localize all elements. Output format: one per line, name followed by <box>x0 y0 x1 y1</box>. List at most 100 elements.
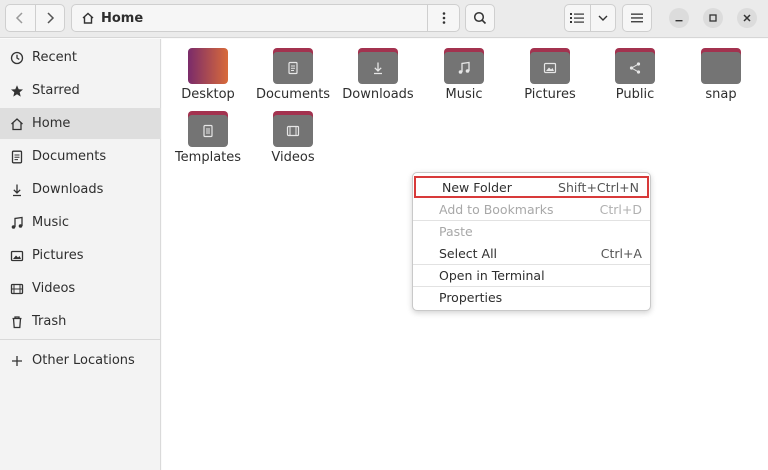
documents-folder-icon <box>273 48 313 84</box>
file-item-pictures[interactable]: Pictures <box>510 48 590 102</box>
file-item-desktop[interactable]: Desktop <box>168 48 248 102</box>
home-icon <box>82 12 94 24</box>
file-label: Pictures <box>524 87 576 102</box>
menu-item-label: New Folder <box>442 179 512 195</box>
file-label: Templates <box>174 150 242 165</box>
sidebar-item-pictures[interactable]: Pictures <box>0 240 161 271</box>
sidebar-separator <box>0 339 161 340</box>
sidebar-item-other-locations[interactable]: Other Locations <box>0 345 161 376</box>
menu-item-select-all[interactable]: Select All Ctrl+A <box>413 242 650 264</box>
file-label: Public <box>615 87 655 102</box>
sidebar-item-label: Downloads <box>32 182 104 197</box>
view-options <box>564 4 616 32</box>
maximize-button[interactable] <box>703 8 723 28</box>
sidebar-item-recent[interactable]: Recent <box>0 42 161 73</box>
music-icon <box>11 216 23 229</box>
path-label: Home <box>101 10 144 26</box>
sidebar-item-music[interactable]: Music <box>0 207 161 238</box>
music-folder-icon <box>444 48 484 84</box>
file-label: Desktop <box>181 87 235 102</box>
menu-item-label: Select All <box>439 245 498 261</box>
minimize-icon <box>675 20 683 22</box>
menu-item-new-folder[interactable]: New Folder Shift+Ctrl+N <box>414 176 649 198</box>
clock-icon <box>10 51 24 64</box>
sidebar-item-label: Other Locations <box>32 353 135 368</box>
file-item-public[interactable]: Public <box>595 48 675 102</box>
file-item-snap[interactable]: snap <box>681 48 761 102</box>
forward-button[interactable] <box>34 5 65 31</box>
path-menu-button[interactable] <box>427 5 459 31</box>
sidebar-item-label: Pictures <box>32 248 84 263</box>
sidebar-item-label: Documents <box>32 149 107 164</box>
file-item-documents[interactable]: Documents <box>253 48 333 102</box>
sidebar-item-downloads[interactable]: Downloads <box>0 174 161 205</box>
menu-item-shortcut: Shift+Ctrl+N <box>558 179 639 195</box>
menu-item-open-in-terminal[interactable]: Open in Terminal <box>413 264 650 286</box>
download-icon <box>13 184 21 196</box>
path-bar[interactable]: Home <box>71 4 460 32</box>
sidebar-item-home[interactable]: Home <box>0 108 161 139</box>
list-view-button[interactable] <box>565 5 590 31</box>
maximize-icon <box>709 14 717 22</box>
sidebar: Recent Starred Home Documents Downloads … <box>0 39 161 470</box>
back-button[interactable] <box>6 5 35 31</box>
sidebar-item-label: Trash <box>32 314 67 329</box>
pictures-folder-icon <box>530 48 570 84</box>
menu-item-label: Properties <box>439 289 503 305</box>
chevron-left-icon <box>16 12 23 24</box>
sidebar-item-starred[interactable]: Starred <box>0 75 161 106</box>
file-item-videos[interactable]: Videos <box>253 111 333 165</box>
sidebar-item-label: Recent <box>32 50 77 65</box>
close-button[interactable] <box>737 8 757 28</box>
downloads-folder-icon <box>358 48 398 84</box>
context-menu: New Folder Shift+Ctrl+N Add to Bookmarks… <box>412 172 651 311</box>
file-label: Music <box>445 87 483 102</box>
menu-item-shortcut: Ctrl+D <box>599 201 642 217</box>
chevron-down-icon <box>598 15 608 21</box>
menu-item-shortcut: Ctrl+A <box>600 245 642 261</box>
document-icon <box>11 150 23 163</box>
star-icon <box>11 84 23 97</box>
search-icon <box>473 11 487 25</box>
file-item-downloads[interactable]: Downloads <box>338 48 418 102</box>
sidebar-item-label: Home <box>32 116 71 131</box>
search-button[interactable] <box>465 4 495 32</box>
header-bar: Home <box>0 0 768 38</box>
public-folder-icon <box>615 48 655 84</box>
templates-folder-icon <box>188 111 228 147</box>
navigation-buttons <box>5 4 65 32</box>
sidebar-item-label: Music <box>32 215 69 230</box>
menu-item-add-to-bookmarks[interactable]: Add to Bookmarks Ctrl+D <box>413 198 650 220</box>
menu-item-label: Add to Bookmarks <box>439 201 554 217</box>
file-item-templates[interactable]: Templates <box>168 111 248 165</box>
video-icon <box>10 283 24 294</box>
file-label: Documents <box>255 87 331 102</box>
menu-item-label: Paste <box>439 223 473 239</box>
menu-item-label: Open in Terminal <box>439 267 545 283</box>
minimize-button[interactable] <box>669 8 689 28</box>
main-menu-button[interactable] <box>622 4 652 32</box>
list-view-icon <box>570 13 585 23</box>
menu-item-paste[interactable]: Paste <box>413 220 650 242</box>
path-home-segment[interactable]: Home <box>72 11 143 26</box>
menu-item-properties[interactable]: Properties <box>413 286 650 308</box>
videos-folder-icon <box>273 111 313 147</box>
sidebar-item-videos[interactable]: Videos <box>0 273 161 304</box>
file-label: snap <box>705 87 737 102</box>
file-label: Videos <box>271 150 315 165</box>
hamburger-menu-icon <box>631 13 643 23</box>
sidebar-item-documents[interactable]: Documents <box>0 141 161 172</box>
desktop-folder-icon <box>188 48 228 84</box>
sidebar-item-label: Videos <box>32 281 76 296</box>
picture-icon <box>10 250 24 261</box>
trash-icon <box>12 315 22 328</box>
folder-icon <box>701 48 741 84</box>
file-label: Downloads <box>342 87 414 102</box>
file-item-music[interactable]: Music <box>424 48 504 102</box>
view-dropdown-button[interactable] <box>589 5 616 31</box>
sidebar-item-trash[interactable]: Trash <box>0 306 161 337</box>
chevron-right-icon <box>47 12 54 24</box>
sidebar-item-label: Starred <box>32 83 80 98</box>
vertical-ellipsis-icon <box>442 12 445 24</box>
plus-icon <box>12 355 22 366</box>
